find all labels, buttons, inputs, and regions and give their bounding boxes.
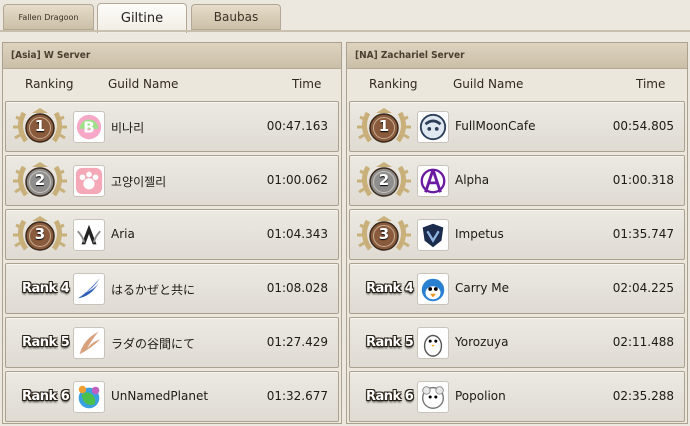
guild-emblem-icon (417, 111, 449, 143)
column-time: Time (292, 77, 322, 91)
guild-name: UnNamedPlanet (111, 389, 209, 403)
guild-emblem-icon (417, 165, 449, 197)
guild-name: 고양이젤리 (111, 175, 167, 189)
guild-emblem-icon (73, 165, 105, 197)
panel-na-zachariel-server: [NA] Zachariel Server Ranking Guild Name… (346, 42, 688, 424)
clear-time: 00:54.805 (612, 119, 674, 133)
rank-text: Rank 6 (22, 389, 70, 404)
rank-number: 3 (34, 225, 46, 243)
column-guild-name: Guild Name (108, 77, 179, 91)
clear-time: 01:00.062 (266, 173, 328, 187)
ranking-row: 2 Alpha 01:00.318 (349, 155, 685, 206)
guild-name: ラダの谷間にて (111, 337, 196, 351)
ranking-row: Rank 5 Yorozuya 02:11.488 (349, 317, 685, 368)
clear-time: 02:04.225 (612, 281, 674, 295)
rank-medal-icon: 3 (354, 213, 414, 257)
rank-text: Rank 6 (366, 389, 414, 404)
clear-time: 02:11.488 (612, 335, 674, 349)
guild-emblem-icon (73, 327, 105, 359)
rank-number: 3 (378, 225, 390, 243)
ranking-row: Rank 5 ラダの谷間にて 01:27.429 (5, 317, 339, 368)
guild-emblem-icon (417, 381, 449, 413)
column-ranking: Ranking (369, 77, 418, 91)
panel-title: [Asia] W Server (3, 43, 341, 69)
rank-medal-icon: 2 (354, 159, 414, 203)
rank-medal-icon: 1 (10, 105, 70, 149)
ranking-row: 2 고양이젤리 01:00.062 (5, 155, 339, 206)
rank-text: Rank 5 (22, 335, 70, 350)
rank-label: Rank 4 (354, 267, 414, 311)
rank-text: Rank 4 (366, 281, 414, 296)
clear-time: 01:35.747 (612, 227, 674, 241)
rank-number: 2 (34, 171, 46, 189)
guild-emblem-icon (417, 273, 449, 305)
clear-time: 01:27.429 (266, 335, 328, 349)
ranking-row: 1 B 비나리 00:47.163 (5, 101, 339, 152)
rank-text: Rank 4 (22, 281, 70, 296)
guild-name: Impetus (455, 227, 504, 241)
rank-medal-icon: 2 (10, 159, 70, 203)
column-ranking: Ranking (25, 77, 74, 91)
rank-number: 1 (378, 117, 390, 135)
rank-number: 1 (34, 117, 46, 135)
rank-label: Rank 6 (354, 375, 414, 419)
guild-name: はるかぜと共に (111, 283, 196, 297)
rank-text: Rank 5 (366, 335, 414, 350)
clear-time: 01:08.028 (266, 281, 328, 295)
ranking-row: Rank 6 Popolion 02:35.288 (349, 371, 685, 422)
ranking-row: 3 Aria 01:04.343 (5, 209, 339, 260)
rank-label: Rank 4 (10, 267, 70, 311)
rank-label: Rank 5 (354, 321, 414, 365)
guild-name: Yorozuya (455, 335, 509, 349)
guild-emblem-icon (73, 381, 105, 413)
panel-title: [NA] Zachariel Server (347, 43, 687, 69)
guild-name: 비나리 (111, 121, 145, 135)
tab-giltine[interactable]: Giltine (97, 3, 187, 33)
ranking-row: 1 FullMoonCafe 00:54.805 (349, 101, 685, 152)
guild-emblem-icon (73, 273, 105, 305)
server-tabs: Fallen Dragoon Giltine Baubas (3, 3, 687, 33)
guild-emblem-icon (417, 327, 449, 359)
guild-name: Carry Me (455, 281, 510, 295)
rank-medal-icon: 3 (10, 213, 70, 257)
guild-emblem-icon (73, 219, 105, 251)
tab-divider (0, 30, 690, 32)
tab-baubas[interactable]: Baubas (191, 4, 281, 30)
clear-time: 01:04.343 (266, 227, 328, 241)
guild-name: Aria (111, 227, 135, 241)
ranking-row: Rank 4 はるかぜと共に 01:08.028 (5, 263, 339, 314)
panel-asia-w-server: [Asia] W Server Ranking Guild Name Time … (2, 42, 342, 424)
rank-label: Rank 5 (10, 321, 70, 365)
clear-time: 01:32.677 (266, 389, 328, 403)
ranking-row: 3 Impetus 01:35.747 (349, 209, 685, 260)
guild-name: Alpha (455, 173, 490, 187)
svg-text:B: B (83, 119, 94, 137)
column-guild-name: Guild Name (453, 77, 524, 91)
clear-time: 00:47.163 (266, 119, 328, 133)
guild-emblem-icon: B (73, 111, 105, 143)
tab-fallen-dragoon[interactable]: Fallen Dragoon (3, 4, 94, 30)
column-headers: Ranking Guild Name Time (3, 69, 341, 101)
rank-medal-icon: 1 (354, 105, 414, 149)
rank-label: Rank 6 (10, 375, 70, 419)
guild-name: Popolion (455, 389, 506, 403)
column-time: Time (636, 77, 666, 91)
rank-number: 2 (378, 171, 390, 189)
clear-time: 02:35.288 (612, 389, 674, 403)
ranking-row: Rank 4 Carry Me 02:04.225 (349, 263, 685, 314)
guild-emblem-icon (417, 219, 449, 251)
clear-time: 01:00.318 (612, 173, 674, 187)
ranking-row: Rank 6 UnNamedPlanet 01:32.677 (5, 371, 339, 422)
guild-name: FullMoonCafe (455, 119, 536, 133)
column-headers: Ranking Guild Name Time (347, 69, 687, 101)
